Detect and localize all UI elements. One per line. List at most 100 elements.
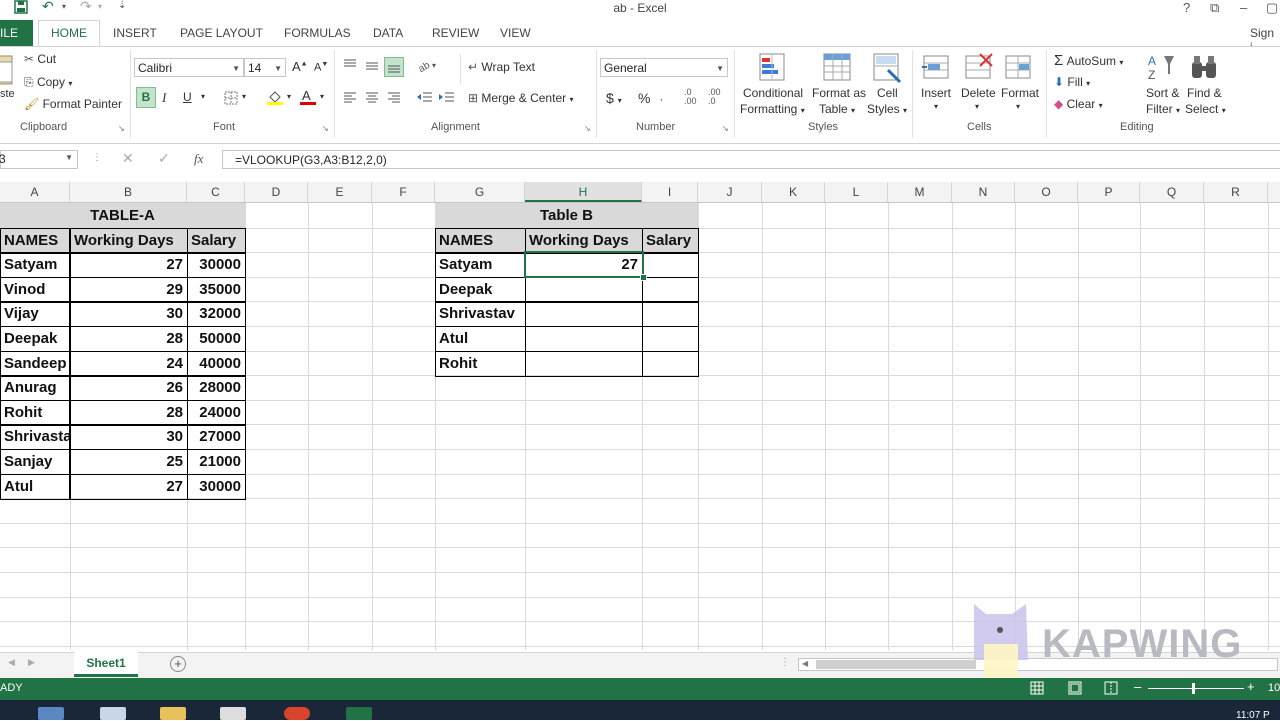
bold-button[interactable]: B	[136, 87, 156, 108]
column-header-l[interactable]: L	[825, 182, 888, 202]
zoom-slider-thumb[interactable]	[1192, 683, 1195, 694]
orientation-icon[interactable]: ab ▾	[416, 58, 438, 77]
format-cells-icon[interactable]	[1004, 52, 1034, 87]
chevron-down-icon[interactable]: ▾	[320, 92, 324, 101]
table-b-title[interactable]: Table B	[435, 203, 698, 228]
format-as-table-icon[interactable]	[822, 52, 854, 87]
tab-file[interactable]: ILE	[0, 20, 33, 46]
enter-icon[interactable]: ✓	[158, 150, 170, 167]
insert-cells-icon[interactable]	[922, 52, 952, 87]
cancel-icon[interactable]: ✕	[122, 150, 134, 167]
align-bottom-icon[interactable]	[384, 57, 404, 77]
column-header-a[interactable]: A	[0, 182, 70, 202]
decrease-decimal-icon[interactable]: .00.0	[708, 88, 721, 106]
cell-styles-icon[interactable]	[872, 52, 904, 87]
chrome-taskbar-icon[interactable]	[284, 707, 310, 720]
help-button[interactable]: ?	[1183, 0, 1190, 15]
column-header-e[interactable]: E	[308, 182, 372, 202]
scrollbar-thumb[interactable]	[816, 660, 976, 669]
undo-icon[interactable]: ↶	[42, 0, 54, 15]
format-button[interactable]: Format	[1001, 86, 1039, 100]
ribbon-display-icon[interactable]: ⧉	[1210, 0, 1219, 16]
zoom-out-icon[interactable]: –	[1134, 679, 1141, 694]
page-break-view-icon[interactable]	[1104, 681, 1118, 698]
column-header-b[interactable]: B	[70, 182, 187, 202]
split-handle-icon[interactable]: ⋮	[780, 657, 790, 668]
excel-taskbar-icon[interactable]	[346, 707, 372, 720]
redo-dropdown-icon[interactable]: ▾	[98, 2, 102, 11]
merge-center-button[interactable]: ⊞ Merge & Center ▾	[468, 91, 573, 105]
format-as-table-label-2[interactable]: Table ▾	[819, 102, 855, 116]
redo-icon[interactable]: ↷	[80, 0, 92, 15]
autosum-button[interactable]: Σ AutoSum ▾	[1054, 52, 1123, 69]
number-format-combo[interactable]: General ▼	[600, 58, 728, 77]
align-center-icon[interactable]	[364, 91, 380, 108]
formula-input[interactable]: =VLOOKUP(G3,A3:B12,2,0)	[222, 150, 1280, 169]
name-box[interactable]: 3 ▼	[0, 150, 78, 169]
tab-formulas[interactable]: FORMULAS	[284, 26, 351, 40]
sort-filter-icon[interactable]: AZ	[1146, 52, 1176, 87]
undo-dropdown-icon[interactable]: ▾	[62, 2, 66, 11]
dialog-launcher-icon[interactable]: ↘	[322, 124, 329, 133]
zoom-in-icon[interactable]: +	[1247, 679, 1255, 694]
paste-label[interactable]: ste	[0, 88, 15, 100]
cell-styles-label-2[interactable]: Styles ▾	[867, 102, 907, 116]
increase-indent-icon[interactable]	[438, 91, 456, 108]
font-color-icon[interactable]: A	[299, 88, 317, 109]
maximize-icon[interactable]: ▢	[1266, 0, 1278, 16]
chevron-down-icon[interactable]: ▾	[934, 102, 938, 111]
chevron-down-icon[interactable]: ▾	[1016, 102, 1020, 111]
column-header-m[interactable]: M	[888, 182, 952, 202]
chevron-down-icon[interactable]: ▾	[201, 92, 205, 101]
media-taskbar-icon[interactable]	[220, 707, 246, 720]
fill-color-icon[interactable]	[266, 88, 284, 109]
column-header-q[interactable]: Q	[1140, 182, 1204, 202]
tab-insert[interactable]: INSERT	[113, 26, 157, 40]
italic-button[interactable]: I	[162, 90, 166, 106]
align-top-icon[interactable]	[342, 58, 358, 75]
scroll-right-icon[interactable]: ▶	[28, 657, 35, 668]
conditional-formatting-label-1[interactable]: Conditional	[743, 86, 803, 100]
insert-button[interactable]: Insert	[921, 86, 951, 100]
chevron-down-icon[interactable]: ▾	[287, 92, 291, 101]
chevron-down-icon[interactable]: ▾	[975, 102, 979, 111]
binoculars-icon[interactable]	[1190, 52, 1220, 87]
normal-view-icon[interactable]	[1030, 681, 1044, 698]
sheet-tab-sheet1[interactable]: Sheet1	[74, 652, 138, 677]
column-header-j[interactable]: J	[698, 182, 762, 202]
clear-button[interactable]: ◆ Clear ▾	[1054, 97, 1103, 111]
customize-qat-icon[interactable]: ⇣	[118, 0, 126, 11]
cell-styles-label-1[interactable]: Cell	[877, 86, 898, 100]
column-header-p[interactable]: P	[1078, 182, 1140, 202]
save-icon[interactable]	[14, 0, 28, 17]
tab-data[interactable]: DATA	[373, 26, 403, 40]
conditional-formatting-label-2[interactable]: Formatting ▾	[740, 102, 805, 116]
align-middle-icon[interactable]	[364, 58, 380, 75]
dialog-launcher-icon[interactable]: ↘	[722, 124, 729, 133]
wrap-text-button[interactable]: ↵ Wrap Text	[468, 60, 535, 74]
fill-button[interactable]: ⬇ Fill ▾	[1054, 75, 1090, 89]
find-select-label-1[interactable]: Find &	[1187, 86, 1222, 100]
folder-taskbar-icon[interactable]	[160, 707, 186, 720]
font-size-combo[interactable]: 14 ▼	[244, 58, 286, 77]
underline-button[interactable]: U	[183, 90, 192, 104]
decrease-indent-icon[interactable]	[416, 91, 434, 108]
paste-icon[interactable]	[0, 52, 14, 92]
currency-button[interactable]: $ ▾	[606, 90, 622, 106]
fill-handle[interactable]	[640, 274, 647, 281]
shrink-font-button[interactable]: A▼	[314, 61, 328, 74]
conditional-formatting-icon[interactable]	[758, 52, 790, 87]
sort-filter-label-1[interactable]: Sort &	[1146, 86, 1179, 100]
tab-home[interactable]: HOME	[38, 20, 100, 46]
scroll-left-arrow-icon[interactable]: ◀	[802, 659, 808, 668]
explorer-taskbar-icon[interactable]	[38, 707, 64, 720]
column-header-g[interactable]: G	[435, 182, 525, 202]
page-layout-view-icon[interactable]	[1068, 681, 1082, 698]
font-name-combo[interactable]: Calibri ▼	[134, 58, 244, 77]
tab-page-layout[interactable]: PAGE LAYOUT	[180, 26, 263, 40]
format-painter-button[interactable]: 🖌 Format Painter	[24, 97, 122, 111]
calendar-taskbar-icon[interactable]	[100, 707, 126, 720]
copy-button[interactable]: ⎘ Copy ▾	[24, 75, 72, 90]
align-right-icon[interactable]	[386, 91, 402, 108]
zoom-percent[interactable]: 10	[1268, 682, 1280, 694]
